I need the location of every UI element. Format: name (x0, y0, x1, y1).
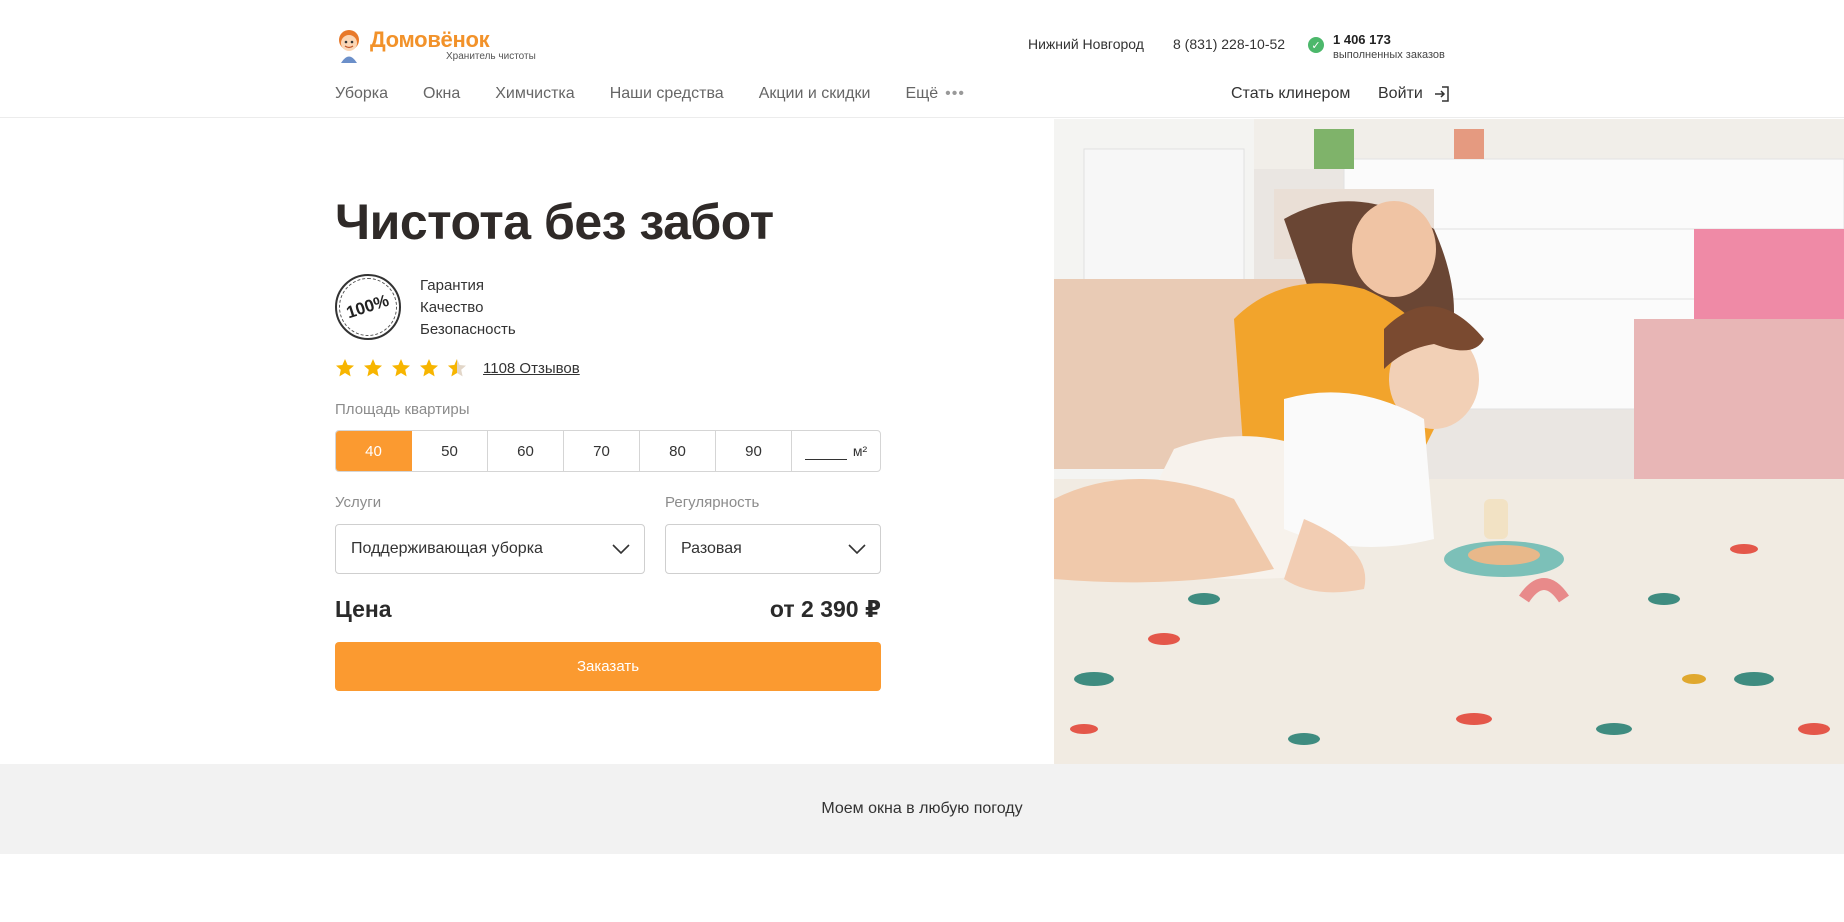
feature-guarantee: Гарантия (420, 277, 484, 294)
login-icon (1434, 86, 1449, 102)
nav-item-cleaning[interactable]: Уборка (335, 85, 388, 103)
site-header: Домовёнок Хранитель чистоты Нижний Новго… (0, 0, 1844, 118)
main-nav: Уборка Окна Химчистка Наши средства Акци… (335, 85, 1000, 103)
area-option-90[interactable]: 90 (716, 431, 792, 471)
price-label: Цена (335, 596, 392, 622)
star-icon (364, 359, 382, 377)
area-option-40[interactable]: 40 (336, 431, 412, 471)
half-star-icon (448, 359, 466, 377)
services-label: Услуги (335, 494, 382, 511)
orders-count: 1 406 173 (1333, 32, 1391, 47)
check-icon: ✓ (1308, 37, 1324, 53)
area-custom-input[interactable] (804, 442, 847, 460)
star-icon (420, 359, 438, 377)
rating: 1108 Отзывов (335, 358, 580, 378)
area-unit: м² (852, 443, 868, 459)
services-select[interactable]: Поддерживающая уборка (335, 524, 645, 574)
area-option-70[interactable]: 70 (564, 431, 640, 471)
brand-tagline: Хранитель чистоты (446, 51, 536, 62)
feature-safety: Безопасность (420, 321, 516, 338)
orders-label: выполненных заказов (1333, 49, 1445, 61)
brand-logo[interactable]: Домовёнок Хранитель чистоты (334, 28, 536, 64)
area-selector: 40 50 60 70 80 90 м² (335, 430, 881, 472)
star-icon (336, 359, 354, 377)
nav-item-dry-cleaning[interactable]: Химчистка (495, 85, 574, 103)
nav-item-windows[interactable]: Окна (423, 85, 460, 103)
nav-item-more[interactable]: Ещё ••• (905, 85, 965, 103)
frequency-select[interactable]: Разовая (665, 524, 881, 574)
become-cleaner-link[interactable]: Стать клинером (1231, 85, 1350, 103)
mascot-icon (334, 28, 364, 64)
hero-title: Чистота без забот (335, 194, 774, 250)
reviews-link[interactable]: 1108 Отзывов (483, 360, 580, 377)
chevron-down-icon (612, 544, 630, 554)
login-label: Войти (1378, 85, 1423, 102)
banner-text: Моем окна в любую погоду (821, 800, 1023, 817)
guarantee-badge: 100% (335, 274, 401, 340)
nav-item-promotions[interactable]: Акции и скидки (759, 85, 871, 103)
orders-counter: ✓ 1 406 173 выполненных заказов (1308, 32, 1445, 62)
price-value: от 2 390 ₽ (769, 596, 881, 622)
area-option-80[interactable]: 80 (640, 431, 716, 471)
brand-name: Домовёнок (370, 27, 490, 52)
promo-banner: Моем окна в любую погоду (0, 764, 1844, 854)
chevron-down-icon (848, 544, 866, 554)
features-list: Гарантия Качество Безопасность (420, 275, 516, 341)
frequency-value: Разовая (681, 540, 742, 557)
feature-quality: Качество (420, 299, 484, 316)
nav-item-products[interactable]: Наши средства (610, 85, 724, 103)
frequency-label: Регулярность (665, 494, 760, 511)
more-dots-icon: ••• (945, 85, 965, 102)
area-custom: м² (792, 431, 880, 471)
badge-text: 100% (344, 290, 392, 323)
hero-photo (1054, 119, 1844, 764)
area-option-50[interactable]: 50 (412, 431, 488, 471)
services-value: Поддерживающая уборка (351, 540, 543, 557)
order-button[interactable]: Заказать (335, 642, 881, 691)
phone-link[interactable]: 8 (831) 228-10-52 (1173, 36, 1285, 52)
area-option-60[interactable]: 60 (488, 431, 564, 471)
login-button[interactable]: Войти (1378, 85, 1451, 103)
star-icon (392, 359, 410, 377)
city-selector[interactable]: Нижний Новгород (1028, 36, 1144, 52)
nav-more-label: Ещё (905, 85, 939, 102)
area-label: Площадь квартиры (335, 401, 470, 418)
